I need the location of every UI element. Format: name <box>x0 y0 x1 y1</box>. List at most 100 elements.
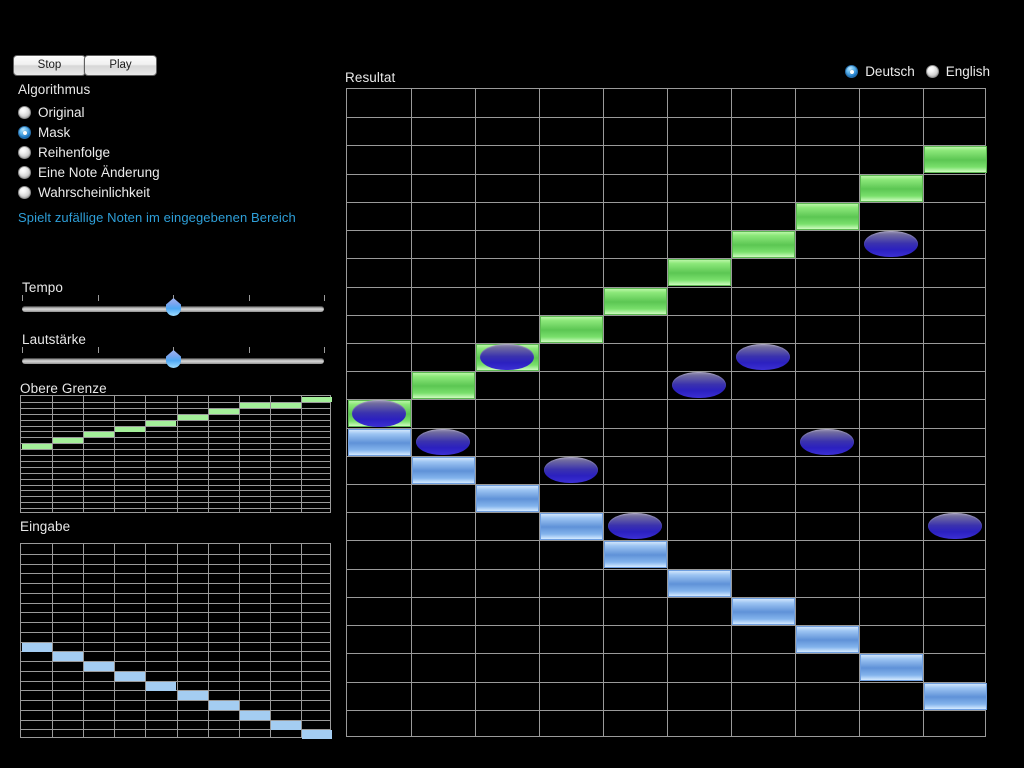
note-random[interactable] <box>608 513 662 540</box>
note-upper-limit[interactable] <box>146 421 176 426</box>
grid-row-line <box>21 473 330 474</box>
note-upper-limit[interactable] <box>604 288 667 315</box>
volume-slider[interactable] <box>22 347 325 371</box>
note-input[interactable] <box>348 429 411 456</box>
note-upper-limit[interactable] <box>178 415 208 420</box>
play-button[interactable]: Play <box>84 55 157 76</box>
note-upper-limit[interactable] <box>84 432 114 437</box>
note-random[interactable] <box>928 513 982 540</box>
grid-column-line <box>301 544 302 737</box>
note-upper-limit[interactable] <box>860 175 923 202</box>
radio-selected-icon[interactable] <box>845 65 859 78</box>
note-upper-limit[interactable] <box>668 259 731 286</box>
note-upper-limit[interactable] <box>412 372 475 399</box>
note-upper-limit[interactable] <box>271 403 301 408</box>
tempo-slider[interactable] <box>22 295 325 319</box>
algorithm-option-label: Mask <box>38 125 71 140</box>
radio-unselected-icon[interactable] <box>18 106 31 119</box>
slider-tick <box>97 295 99 301</box>
slider-tick <box>324 347 325 353</box>
note-random[interactable] <box>800 428 854 455</box>
note-upper-limit[interactable] <box>53 438 83 443</box>
note-upper-limit[interactable] <box>209 409 239 414</box>
note-input[interactable] <box>271 721 301 730</box>
grid-row-line <box>21 485 330 486</box>
note-upper-limit[interactable] <box>302 397 332 402</box>
note-upper-limit[interactable] <box>540 316 603 343</box>
note-upper-limit[interactable] <box>924 146 987 173</box>
note-upper-limit[interactable] <box>240 403 270 408</box>
note-upper-limit[interactable] <box>796 203 859 230</box>
radio-unselected-icon[interactable] <box>18 146 31 159</box>
stop-button[interactable]: Stop <box>13 55 86 76</box>
language-radio-group: Deutsch English <box>845 64 990 79</box>
note-input[interactable] <box>476 485 539 512</box>
result-label: Resultat <box>345 70 396 85</box>
grid-row-line <box>347 258 985 259</box>
result-grid[interactable] <box>346 88 987 737</box>
grid-row-line <box>21 431 330 432</box>
radio-unselected-icon[interactable] <box>18 166 31 179</box>
algorithm-option-label: Eine Note Änderung <box>38 165 160 180</box>
slider-tick <box>248 347 250 353</box>
note-upper-limit[interactable] <box>22 444 52 449</box>
note-upper-limit[interactable] <box>115 427 145 432</box>
algorithm-section-title: Algorithmus <box>18 82 91 97</box>
note-input[interactable] <box>240 711 270 720</box>
language-option-deutsch[interactable]: Deutsch <box>845 64 915 79</box>
grid-column-line <box>270 544 271 737</box>
algorithm-option-eine-note-nderung[interactable]: Eine Note Änderung <box>18 165 160 180</box>
note-random[interactable] <box>672 372 726 399</box>
note-random[interactable] <box>352 400 406 427</box>
note-input[interactable] <box>302 730 332 739</box>
note-input[interactable] <box>53 652 83 661</box>
note-random[interactable] <box>736 343 790 371</box>
note-input[interactable] <box>146 682 176 691</box>
note-random[interactable] <box>416 428 470 455</box>
grid-row-line <box>21 564 330 565</box>
grid-row-line <box>21 593 330 594</box>
note-input[interactable] <box>22 643 52 652</box>
algorithm-option-reihenfolge[interactable]: Reihenfolge <box>18 145 110 160</box>
note-random[interactable] <box>864 231 918 258</box>
grid-row-line <box>21 449 330 450</box>
grid-row-line <box>347 710 985 711</box>
note-input[interactable] <box>732 598 795 625</box>
radio-selected-icon[interactable] <box>18 126 31 139</box>
language-option-english[interactable]: English <box>925 64 990 79</box>
radio-unselected-icon[interactable] <box>18 186 31 199</box>
note-input[interactable] <box>924 683 987 710</box>
note-random[interactable] <box>544 456 598 484</box>
volume-label: Lautstärke <box>22 332 87 347</box>
upper-limit-grid[interactable] <box>20 395 332 513</box>
note-input[interactable] <box>84 662 114 671</box>
slider-tick <box>248 295 250 301</box>
grid-row-line <box>21 554 330 555</box>
grid-row-line <box>347 569 985 570</box>
grid-row-line <box>21 603 330 604</box>
grid-row-line <box>347 145 985 146</box>
note-input[interactable] <box>209 701 239 710</box>
algorithm-option-original[interactable]: Original <box>18 105 85 120</box>
input-grid[interactable] <box>20 543 332 739</box>
note-input[interactable] <box>178 691 208 700</box>
algorithm-option-mask[interactable]: Mask <box>18 125 70 140</box>
grid-column-line <box>270 396 271 512</box>
note-random[interactable] <box>480 343 534 371</box>
algorithm-option-wahrscheinlichkeit[interactable]: Wahrscheinlichkeit <box>18 185 150 200</box>
grid-column-line <box>239 544 240 737</box>
radio-unselected-icon[interactable] <box>925 65 939 78</box>
note-upper-limit[interactable] <box>732 231 795 258</box>
note-input[interactable] <box>540 513 603 540</box>
note-input[interactable] <box>860 654 923 681</box>
grid-column-line <box>83 396 84 512</box>
grid-row-line <box>347 399 985 400</box>
grid-row-line <box>21 479 330 480</box>
note-input[interactable] <box>115 672 145 681</box>
note-input[interactable] <box>796 626 859 653</box>
grid-column-line <box>114 396 115 512</box>
note-input[interactable] <box>412 457 475 484</box>
note-input[interactable] <box>604 541 667 568</box>
note-input[interactable] <box>668 570 731 597</box>
slider-tick <box>22 295 23 301</box>
